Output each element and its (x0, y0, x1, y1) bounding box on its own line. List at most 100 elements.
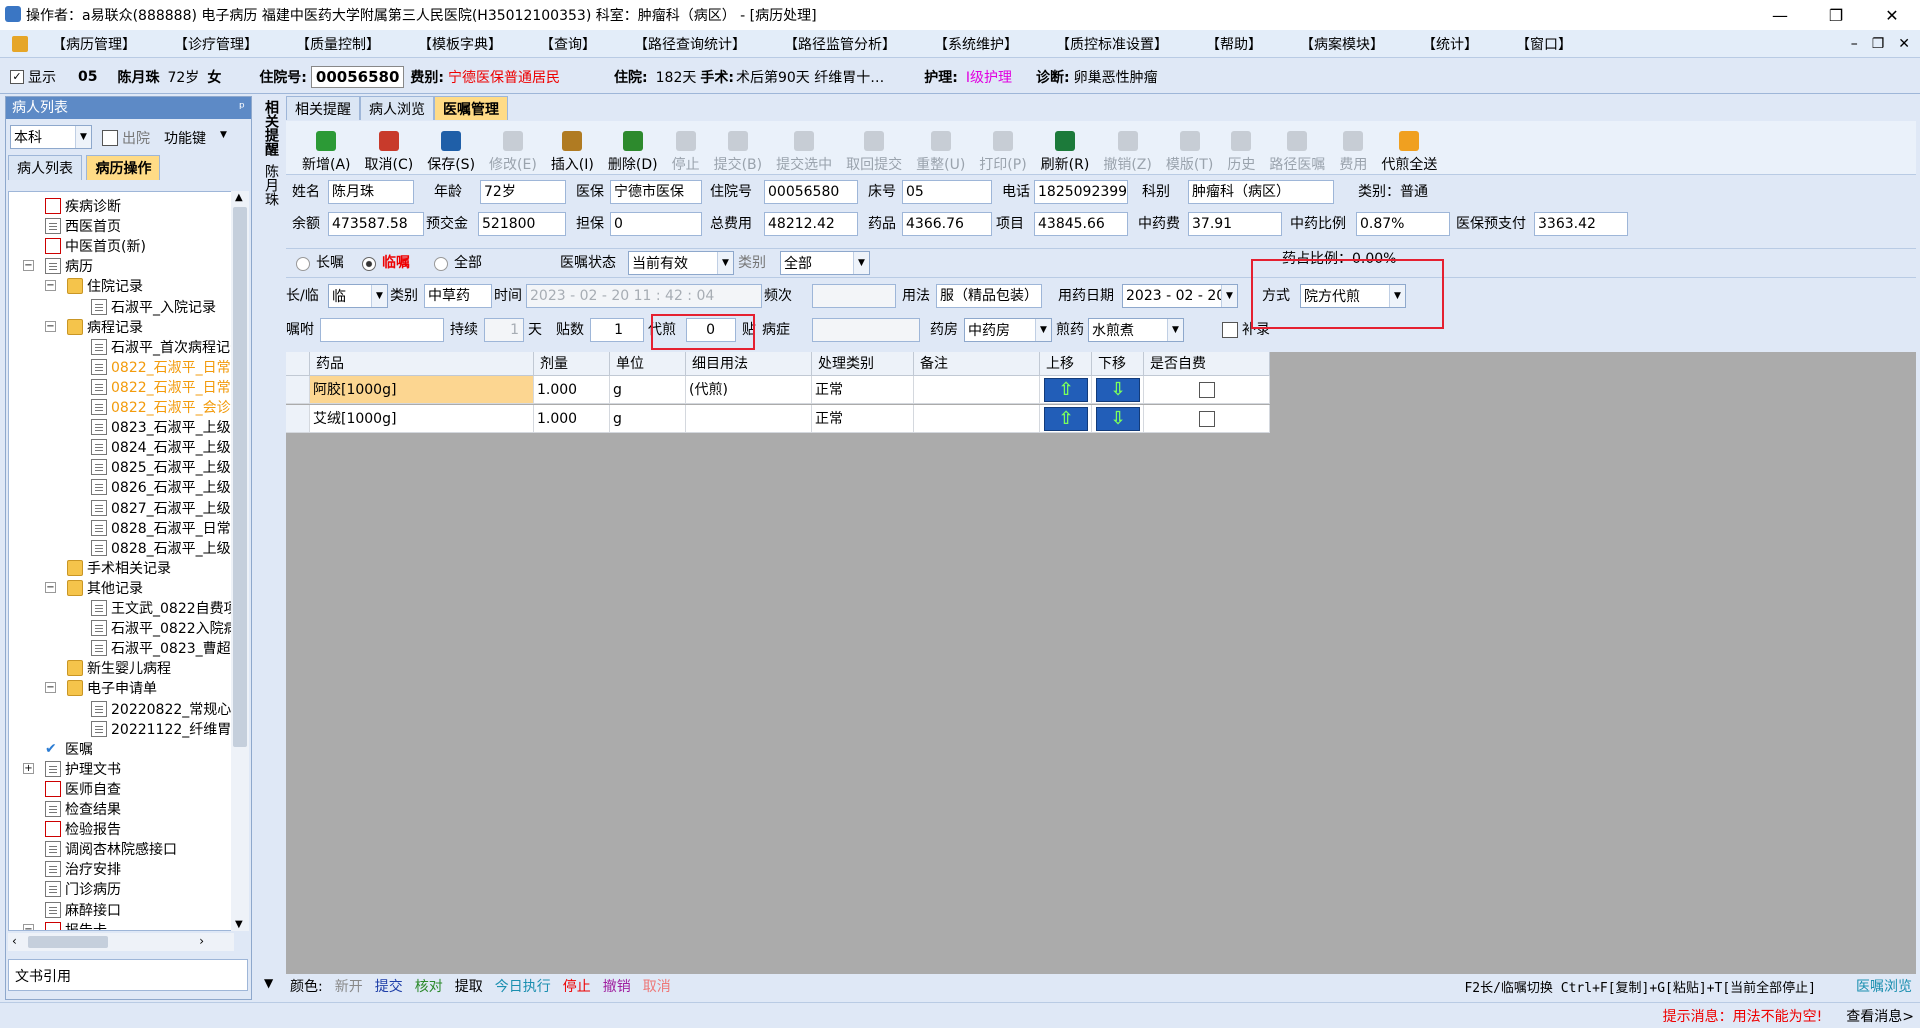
cell-proc[interactable]: 正常 (812, 376, 914, 404)
discharge-checkbox[interactable] (102, 130, 118, 146)
menu-item-quality[interactable]: 【质量控制】 (292, 32, 384, 56)
column-header-proc[interactable]: 处理类别 (812, 352, 914, 376)
total-fee-field[interactable]: 48212.42 (764, 212, 858, 236)
scroll-up-icon[interactable]: ▲ (235, 192, 243, 203)
tree-node[interactable]: 麻醉接口 (45, 900, 121, 920)
menu-item-stat[interactable]: 【统计】 (1418, 32, 1482, 56)
tree-node[interactable]: − 病程记录 (45, 317, 143, 337)
freq-field[interactable] (812, 284, 896, 308)
tree-node[interactable]: 调阅杏林院感接口 (45, 839, 177, 859)
tab-patient-list[interactable]: 病人列表 (8, 155, 82, 180)
toolbar-button-15[interactable]: 历史 (1227, 122, 1255, 174)
all-order-radio[interactable] (434, 257, 448, 271)
tree-node[interactable]: 石淑平_0823_曹超 (91, 638, 231, 658)
long-temp-select[interactable]: 临 ▼ (328, 284, 388, 308)
tcm-ratio-field[interactable]: 0.87% (1356, 212, 1450, 236)
cell-note[interactable] (914, 405, 1040, 433)
tree-node[interactable]: 0826_石淑平_上级医师 (91, 477, 233, 497)
category-field[interactable]: 中草药 (424, 284, 492, 308)
function-key-chevron-icon[interactable]: ▼ (220, 130, 227, 140)
tcm-fee-field[interactable]: 37.91 (1188, 212, 1282, 236)
grid-corner[interactable] (286, 352, 310, 376)
move-up-icon[interactable]: ⇧ (1044, 407, 1088, 431)
tab-patient-browse[interactable]: 病人浏览 (360, 96, 434, 120)
bed-field[interactable]: 05 (902, 180, 992, 204)
duration-field[interactable]: 1 (484, 318, 524, 342)
inner-restore-button[interactable]: ❐ (1872, 36, 1885, 52)
toolbar-button-7[interactable]: 提交(B) (714, 122, 762, 174)
tree-node[interactable]: 石淑平_首次病程记录 (91, 337, 233, 357)
tree-node[interactable]: − 电子申请单 (45, 678, 157, 698)
tree-node[interactable]: − 住院记录 (45, 276, 143, 296)
column-header-unit[interactable]: 单位 (610, 352, 686, 376)
tree-node[interactable]: 0822_石淑平_日常病程 (91, 377, 233, 397)
tree-node[interactable]: 新生婴儿病程 (67, 658, 171, 678)
toolbar-button-8[interactable]: 提交选中 (776, 122, 832, 174)
tree-node[interactable]: 检查结果 (45, 799, 121, 819)
expand-icon[interactable]: + (23, 762, 34, 774)
toolbar-button-17[interactable]: 费用 (1339, 122, 1367, 174)
tree-node[interactable]: 0825_石淑平_上级医师 (91, 457, 233, 477)
collapse-icon[interactable]: − (23, 923, 34, 930)
column-header-drug[interactable]: 药品 (310, 352, 534, 376)
drug-fee-field[interactable]: 4366.76 (902, 212, 992, 236)
inpatient-no-field[interactable]: 00056580 (310, 65, 405, 88)
tree-node[interactable]: 疾病诊断 (45, 196, 121, 216)
decoction-method-select[interactable]: 水煎煮 ▼ (1088, 318, 1184, 342)
tree-node[interactable]: 治疗安排 (45, 859, 121, 879)
name-field[interactable]: 陈月珠 (328, 180, 414, 204)
collapse-icon[interactable]: − (45, 280, 56, 292)
cell-dose[interactable]: 1.000 (534, 405, 610, 433)
tree-node[interactable]: 中医首页(新) (45, 236, 146, 256)
age-field[interactable]: 72岁 (480, 180, 566, 204)
show-checkbox[interactable]: ✓ (10, 69, 24, 84)
toolbar-button-5[interactable]: 删除(D) (608, 122, 658, 174)
inner-minimize-button[interactable]: – (1851, 36, 1858, 52)
tree-node[interactable]: − 其他记录 (45, 578, 143, 598)
move-down-icon[interactable]: ⇩ (1096, 378, 1140, 402)
inner-close-button[interactable]: ✕ (1898, 36, 1910, 52)
toolbar-button-14[interactable]: 模版(T) (1166, 122, 1213, 174)
pre-pay-field[interactable]: 3363.42 (1534, 212, 1628, 236)
toolbar-button-2[interactable]: 保存(S) (427, 122, 475, 174)
toolbar-button-16[interactable]: 路径医嘱 (1269, 122, 1325, 174)
inpatient-no-form-field[interactable]: 00056580 (764, 180, 858, 204)
pin-icon[interactable]: ᵖ (239, 97, 245, 119)
toolbar-button-0[interactable]: 新增(A) (302, 122, 351, 174)
row-indicator[interactable] (286, 376, 310, 404)
tree-node[interactable]: 0822_石淑平_日常病程 (91, 357, 233, 377)
scroll-right-icon[interactable]: › (199, 934, 204, 948)
instruction-field[interactable] (320, 318, 444, 342)
tree-node[interactable]: 门诊病历 (45, 879, 121, 899)
tab-order-management[interactable]: 医嘱管理 (434, 96, 508, 120)
toolbar-button-10[interactable]: 重整(U) (916, 122, 965, 174)
tree-node[interactable]: 0828_石淑平_日常病程 (91, 518, 233, 538)
menu-item-help[interactable]: 【帮助】 (1202, 32, 1266, 56)
cell-drug[interactable]: 阿胶[1000g] (310, 376, 534, 404)
menu-item-window[interactable]: 【窗口】 (1512, 32, 1576, 56)
guarantee-field[interactable]: 0 (610, 212, 702, 236)
dept-select[interactable]: 本科 ▼ (10, 125, 92, 149)
med-date-picker[interactable]: 2023 - 02 - 20 ▼ (1122, 284, 1238, 308)
toolbar-button-4[interactable]: 插入(I) (551, 122, 594, 174)
usage-field[interactable]: 服（精品包装） (936, 284, 1042, 308)
menu-item-record[interactable]: 【病历管理】 (48, 32, 140, 56)
column-header-up[interactable]: 上移 (1040, 352, 1092, 376)
toolbar-button-3[interactable]: 修改(E) (489, 122, 537, 174)
scroll-down-icon[interactable]: ▼ (235, 919, 243, 930)
item-fee-field[interactable]: 43845.66 (1034, 212, 1128, 236)
column-header-down[interactable]: 下移 (1092, 352, 1144, 376)
symptom-field[interactable] (812, 318, 920, 342)
toolbar-button-18[interactable]: 代煎全送 (1381, 122, 1437, 174)
pharmacy-select[interactable]: 中药房 ▼ (964, 318, 1052, 342)
close-button[interactable]: ✕ (1864, 0, 1920, 30)
collapse-icon[interactable]: − (45, 320, 56, 332)
tree-node[interactable]: 0823_石淑平_上级医师 (91, 417, 233, 437)
minimize-button[interactable]: — (1752, 0, 1808, 30)
reminder-vertical-label[interactable]: 相关提醒 (262, 100, 280, 156)
toolbar-button-11[interactable]: 打印(P) (979, 122, 1027, 174)
self-pay-checkbox[interactable] (1199, 382, 1215, 398)
column-header-dose[interactable]: 剂量 (534, 352, 610, 376)
tree-node[interactable]: ✔ 医嘱 (45, 739, 93, 759)
tree-node[interactable]: − 病历 (23, 256, 93, 276)
